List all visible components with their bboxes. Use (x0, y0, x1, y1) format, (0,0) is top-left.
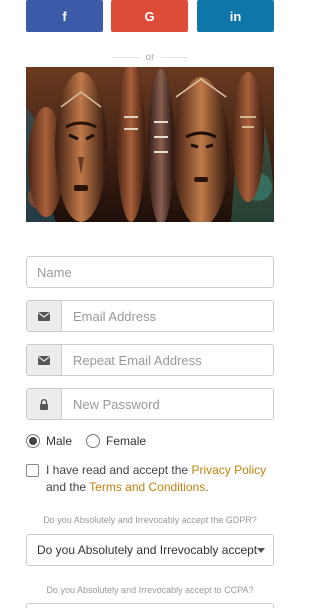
radio-selected-dot (29, 437, 37, 445)
gdpr-select[interactable]: Do you Absolutely and Irrevocably accept (26, 534, 274, 566)
gender-radio-group: Male Female (26, 433, 160, 449)
terms-link[interactable]: Terms and Conditions (89, 480, 205, 494)
google-login-button[interactable]: G (111, 0, 188, 32)
consent-text-before: I have read and accept the (46, 463, 192, 477)
divider-line (112, 56, 139, 58)
or-label: or (145, 51, 155, 63)
male-radio[interactable] (26, 434, 40, 448)
facebook-login-button[interactable]: f (26, 0, 103, 32)
envelope-icon (27, 345, 62, 375)
lock-icon (27, 389, 62, 419)
gender-option-female[interactable]: Female (86, 434, 146, 448)
gdpr-select-value: Do you Absolutely and Irrevocably accept (37, 543, 258, 557)
gdpr-question: Do you Absolutely and Irrevocably accept… (43, 515, 257, 525)
linkedin-icon: in (229, 8, 242, 24)
masks-illustration (26, 67, 274, 222)
female-radio[interactable] (86, 434, 101, 448)
password-placeholder: New Password (73, 396, 160, 412)
privacy-policy-link[interactable]: Privacy Policy (191, 463, 266, 477)
divider-line (161, 56, 188, 58)
hero-image (26, 67, 274, 222)
repeat-email-input[interactable]: Repeat Email Address (26, 344, 274, 376)
consent-checkbox[interactable] (26, 464, 39, 477)
consent-text-middle: and the (46, 480, 90, 494)
linkedin-login-button[interactable]: in (197, 0, 274, 32)
social-login-row: f G in (26, 0, 274, 32)
or-divider: or (112, 50, 188, 64)
envelope-icon (27, 301, 62, 331)
consent-text: I have read and accept the Privacy Polic… (46, 462, 274, 496)
facebook-icon: f (62, 8, 67, 24)
caret-down-icon (257, 548, 265, 553)
female-label: Female (106, 434, 147, 448)
ccpa-select[interactable] (26, 603, 274, 608)
consent-text-after: . (205, 480, 209, 494)
repeat-email-placeholder: Repeat Email Address (73, 352, 202, 368)
gender-option-male[interactable]: Male (26, 434, 72, 448)
male-label: Male (46, 434, 73, 448)
name-placeholder: Name (37, 264, 72, 280)
password-input[interactable]: New Password (26, 388, 274, 420)
google-icon: G (144, 8, 155, 24)
ccpa-question: Do you Absolutely and Irrevocably accept… (46, 585, 254, 595)
name-input[interactable]: Name (26, 256, 274, 288)
email-placeholder: Email Address (73, 308, 157, 324)
email-input[interactable]: Email Address (26, 300, 274, 332)
